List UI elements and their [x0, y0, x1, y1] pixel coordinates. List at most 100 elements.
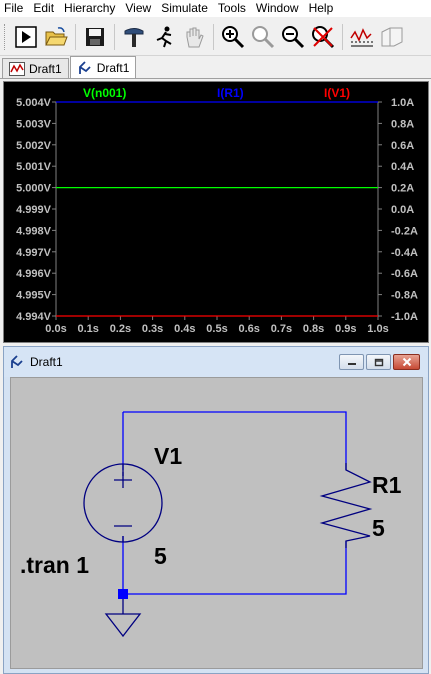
menu-hierarchy[interactable]: Hierarchy: [59, 0, 120, 17]
menu-edit[interactable]: Edit: [28, 0, 59, 17]
right-axis-tick-label: 1.0A: [391, 97, 414, 109]
voltage-source-v1[interactable]: [83, 463, 163, 543]
minimize-button[interactable]: [339, 354, 364, 370]
autorange-button[interactable]: [349, 24, 375, 50]
ground-symbol[interactable]: [104, 589, 142, 638]
right-axis-tick-label: 0.4A: [391, 161, 414, 173]
x-axis-tick-label: 0.3s: [142, 323, 163, 335]
left-axis-tick-label: 4.995V: [16, 290, 52, 302]
right-axis-tick-label: -0.6A: [391, 268, 418, 280]
zoom-area-icon: [252, 25, 275, 48]
close-button[interactable]: [393, 354, 420, 370]
run-icon: [15, 25, 37, 48]
right-axis-tick-label: -0.2A: [391, 225, 418, 237]
x-axis-tick-label: 0.4s: [174, 323, 195, 335]
left-axis-tick-label: 4.998V: [16, 225, 52, 237]
left-axis-tick-label: 4.994V: [16, 311, 52, 323]
x-axis-tick-label: 0.7s: [271, 323, 292, 335]
left-axis-tick-label: 4.996V: [16, 268, 52, 280]
halt-button[interactable]: [151, 24, 177, 50]
right-axis-tick-label: 0.8A: [391, 118, 414, 130]
trace-legend-label[interactable]: I(V1): [324, 86, 350, 100]
left-axis-tick-label: 5.003V: [16, 118, 52, 130]
left-axis-tick-label: 4.999V: [16, 204, 52, 216]
toolbar: [0, 18, 431, 56]
schematic-window-title: Draft1: [30, 355, 63, 369]
waveform-plot-pane[interactable]: 5.004V 5.003V 5.002V 5.001V 5.000V 4.999V 4.99…: [3, 81, 429, 343]
x-axis-tick-label: 0.8s: [303, 323, 324, 335]
close-icon: [402, 357, 411, 367]
zoom-cancel-button[interactable]: [310, 24, 336, 50]
pan-hand-icon: [186, 27, 204, 47]
autorange-icon: [350, 27, 373, 46]
tran-directive[interactable]: .tran 1: [20, 552, 89, 578]
zoom-out-button[interactable]: [280, 24, 306, 50]
x-axis-tick-label: 0.0s: [45, 323, 66, 335]
schematic-window[interactable]: Draft1 V1 5 R1 5 .tran 1: [3, 346, 429, 674]
right-axis-tick-label: 0.6A: [391, 140, 414, 152]
trace-legend-label[interactable]: V(n001): [83, 86, 126, 100]
open-button[interactable]: [43, 24, 69, 50]
x-axis-tick-label: 0.6s: [238, 323, 259, 335]
save-icon: [86, 27, 104, 46]
x-axis-tick-label: 0.5s: [206, 323, 227, 335]
left-axis-tick-label: 4.997V: [16, 247, 52, 259]
x-axis-tick-label: 1.0s: [367, 323, 388, 335]
tab-label: Draft1: [96, 60, 130, 75]
control-panel-hammer-icon: [124, 27, 144, 47]
x-axis-tick-label: 0.9s: [335, 323, 356, 335]
halt-runner-icon: [156, 26, 172, 47]
tab-waveform-draft1[interactable]: Draft1: [2, 58, 69, 78]
menu-simulate[interactable]: Simulate: [156, 0, 213, 17]
right-axis-tick-label: 0.2A: [391, 183, 414, 195]
pan-button[interactable]: [181, 24, 207, 50]
plot-area-border: [55, 101, 379, 317]
zoom-in-icon: [222, 25, 245, 48]
dock-window-icon: [381, 27, 403, 46]
control-panel-button[interactable]: [121, 24, 147, 50]
left-axis-tick-label: 5.001V: [16, 161, 52, 173]
run-button[interactable]: [13, 24, 39, 50]
menu-file[interactable]: File: [0, 0, 28, 17]
source-name-label: V1: [154, 443, 182, 469]
restore-button[interactable]: [366, 354, 391, 370]
menu-bar: File Edit Hierarchy View Simulate Tools …: [0, 0, 431, 17]
menu-window[interactable]: Window: [251, 0, 304, 17]
left-axis-tick-label: 5.004V: [16, 97, 52, 109]
menu-view[interactable]: View: [120, 0, 156, 17]
right-axis-tick-label: -1.0A: [391, 311, 418, 323]
open-folder-icon: [45, 26, 68, 45]
schematic-titlebar[interactable]: Draft1: [4, 347, 428, 377]
right-axis-tick-label: -0.8A: [391, 290, 418, 302]
zoom-out-icon: [282, 25, 305, 48]
waveform-chart[interactable]: 5.004V 5.003V 5.002V 5.001V 5.000V 4.999V 4.99…: [4, 82, 428, 342]
minimize-icon: [347, 363, 356, 365]
right-axis-tick-label: 0.0A: [391, 204, 414, 216]
schematic-canvas[interactable]: V1 5 R1 5 .tran 1: [10, 377, 423, 669]
left-axis-tick-label: 5.002V: [16, 140, 52, 152]
toolbar-separator: [342, 23, 343, 50]
restore-icon: [374, 358, 383, 366]
menu-tools[interactable]: Tools: [213, 0, 251, 17]
toolbar-grip[interactable]: [4, 23, 7, 50]
x-axis-tick-label: 0.1s: [77, 323, 98, 335]
toolbar-separator: [75, 23, 76, 50]
zoom-area-button[interactable]: [250, 24, 276, 50]
toolbar-separator: [213, 23, 214, 50]
menu-help[interactable]: Help: [304, 0, 339, 17]
x-axis-tick-label: 0.2s: [110, 323, 131, 335]
toolbar-separator: [114, 23, 115, 50]
left-axis-tick-label: 5.000V: [16, 183, 52, 195]
trace-legend-label[interactable]: I(R1): [217, 86, 244, 100]
right-axis-tick-label: -0.4A: [391, 247, 418, 259]
resistor-value-label: 5: [372, 515, 385, 541]
save-button[interactable]: [82, 24, 108, 50]
tab-label: Draft1: [29, 61, 62, 76]
resistor-name-label: R1: [372, 472, 402, 498]
resistor-r1[interactable]: [319, 463, 373, 548]
schematic-icon: [78, 60, 91, 74]
dock-window-button[interactable]: [379, 24, 405, 50]
zoom-in-button[interactable]: [220, 24, 246, 50]
tab-schematic-draft1[interactable]: Draft1: [69, 56, 137, 78]
schematic-icon: [11, 355, 23, 368]
